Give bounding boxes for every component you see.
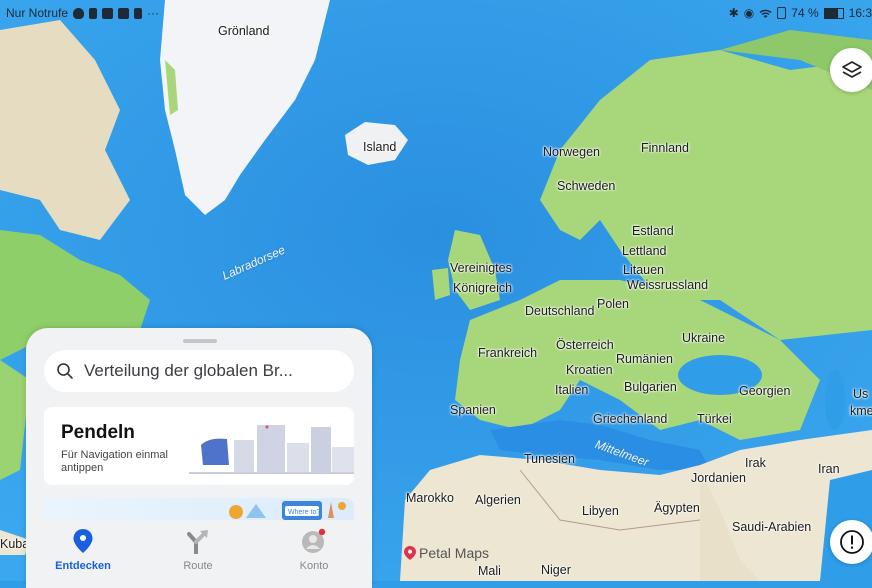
map-label-turkmenistan[interactable]: kmen [850,404,872,418]
battery-icon [823,7,844,19]
map-label-georgien[interactable]: Georgien [739,384,790,398]
carrier-text: Nur Notrufe [6,6,69,20]
clock: 16:3 [848,6,872,20]
search-icon [57,363,73,379]
petal-maps-watermark: Petal Maps [404,545,489,561]
map-label-groenland[interactable]: Grönland [218,24,269,38]
map-label-estland[interactable]: Estland [632,224,674,238]
map-label-tunesien[interactable]: Tunesien [524,452,575,466]
account-icon [302,528,326,553]
nav-route[interactable]: Route [148,528,248,572]
nav-konto-label: Konto [299,560,329,572]
ghost-app-icon [89,7,98,19]
youtube-icon [118,7,130,19]
eye-comfort-icon: ◉ [743,6,755,20]
where-to-illustration: Where to? [229,501,346,520]
map-label-bulgarien[interactable]: Bulgarien [624,380,677,394]
where-to-text: Where to? [288,509,320,516]
map-label-spanien[interactable]: Spanien [450,403,496,417]
map-label-finnland[interactable]: Finnland [641,141,689,155]
explore-panel: Verteilung der globalen Br... Pendeln Fü… [26,328,372,588]
map-label-ukraine[interactable]: Ukraine [682,331,725,345]
map-label-frankreich[interactable]: Frankreich [478,346,537,360]
health-heart-icon [73,7,85,19]
nav-entdecken[interactable]: Entdecken [33,528,133,572]
commute-illustration [189,425,354,474]
battery-percent: 74 % [791,6,819,20]
commute-card[interactable]: Pendeln Für Navigation einmal antippen [44,407,354,485]
map-label-niger[interactable]: Niger [541,563,571,577]
map-label-norwegen[interactable]: Norwegen [543,145,600,159]
watermark-text: Petal Maps [419,545,490,561]
water-caspian [825,370,845,430]
map-label-irak[interactable]: Irak [745,456,766,470]
map-label-marokko[interactable]: Marokko [406,491,454,505]
bottom-navigation: Entdecken Route Konto [26,520,372,588]
map-label-oesterreich[interactable]: Österreich [556,338,614,352]
nav-konto[interactable]: Konto [264,528,364,572]
commute-subtitle: Für Navigation einmal antippen [61,449,168,474]
map-label-lettland[interactable]: Lettland [622,244,666,258]
map-label-polen[interactable]: Polen [597,297,629,311]
map-label-iran[interactable]: Iran [818,462,840,476]
map-label-italien[interactable]: Italien [555,383,588,397]
where-to-card[interactable]: Where to? [44,498,354,520]
land-ireland [432,268,450,300]
petal-logo-icon [404,546,416,560]
message-app-icon [102,7,114,19]
map-label-usbekistan[interactable]: Us [853,387,868,401]
notification-dot [318,528,326,536]
map-label-tuerkei[interactable]: Türkei [697,412,732,426]
map-label-deutschland[interactable]: Deutschland [525,304,595,318]
map-label-kuba[interactable]: Kuba [0,537,29,551]
map-label-vereinigtes[interactable]: Vereinigtes [450,261,512,275]
map-label-schweden[interactable]: Schweden [557,179,615,193]
info-button[interactable] [830,520,872,564]
map-label-libyen[interactable]: Libyen [582,504,619,518]
layers-button[interactable] [830,48,872,92]
more-notifications-icon: ··· [147,6,160,20]
search-input[interactable]: Verteilung der globalen Br... [44,350,354,392]
map-label-litauen[interactable]: Litauen [623,263,664,277]
layers-icon [842,61,862,78]
map-label-saudi-arabien[interactable]: Saudi-Arabien [732,520,811,534]
map-label-griechenland[interactable]: Griechenland [593,412,667,426]
map-label-weissrussland[interactable]: Weissrussland [627,278,708,292]
car-icon [201,438,229,465]
map-label-island[interactable]: Island [363,140,396,154]
nav-route-label: Route [183,560,213,572]
panel-drag-handle[interactable] [183,339,217,343]
battery-saver-icon [777,7,787,19]
wifi-icon [759,9,772,18]
location-pin-icon [73,529,93,553]
commute-title: Pendeln [61,422,135,443]
map-label-kroatien[interactable]: Kroatien [566,363,613,377]
bluetooth-icon: ✱ [728,6,739,20]
battery-alert-icon [134,7,143,19]
map-label-aegypten[interactable]: Ägypten [654,501,700,515]
search-value: Verteilung der globalen Br... [84,361,293,380]
info-icon [840,530,864,554]
map-label-rumaenien[interactable]: Rumänien [616,352,673,366]
map-label-algerien[interactable]: Algerien [475,493,521,507]
route-fork-icon [187,530,208,555]
map-label-koenigreich[interactable]: Königreich [453,281,512,295]
map-label-jordanien[interactable]: Jordanien [691,471,746,485]
nav-entdecken-label: Entdecken [55,560,111,572]
status-bar: Nur Notrufe ··· ✱ ◉ 74 % 16:3 [0,0,872,26]
map-label-mali[interactable]: Mali [478,564,501,578]
